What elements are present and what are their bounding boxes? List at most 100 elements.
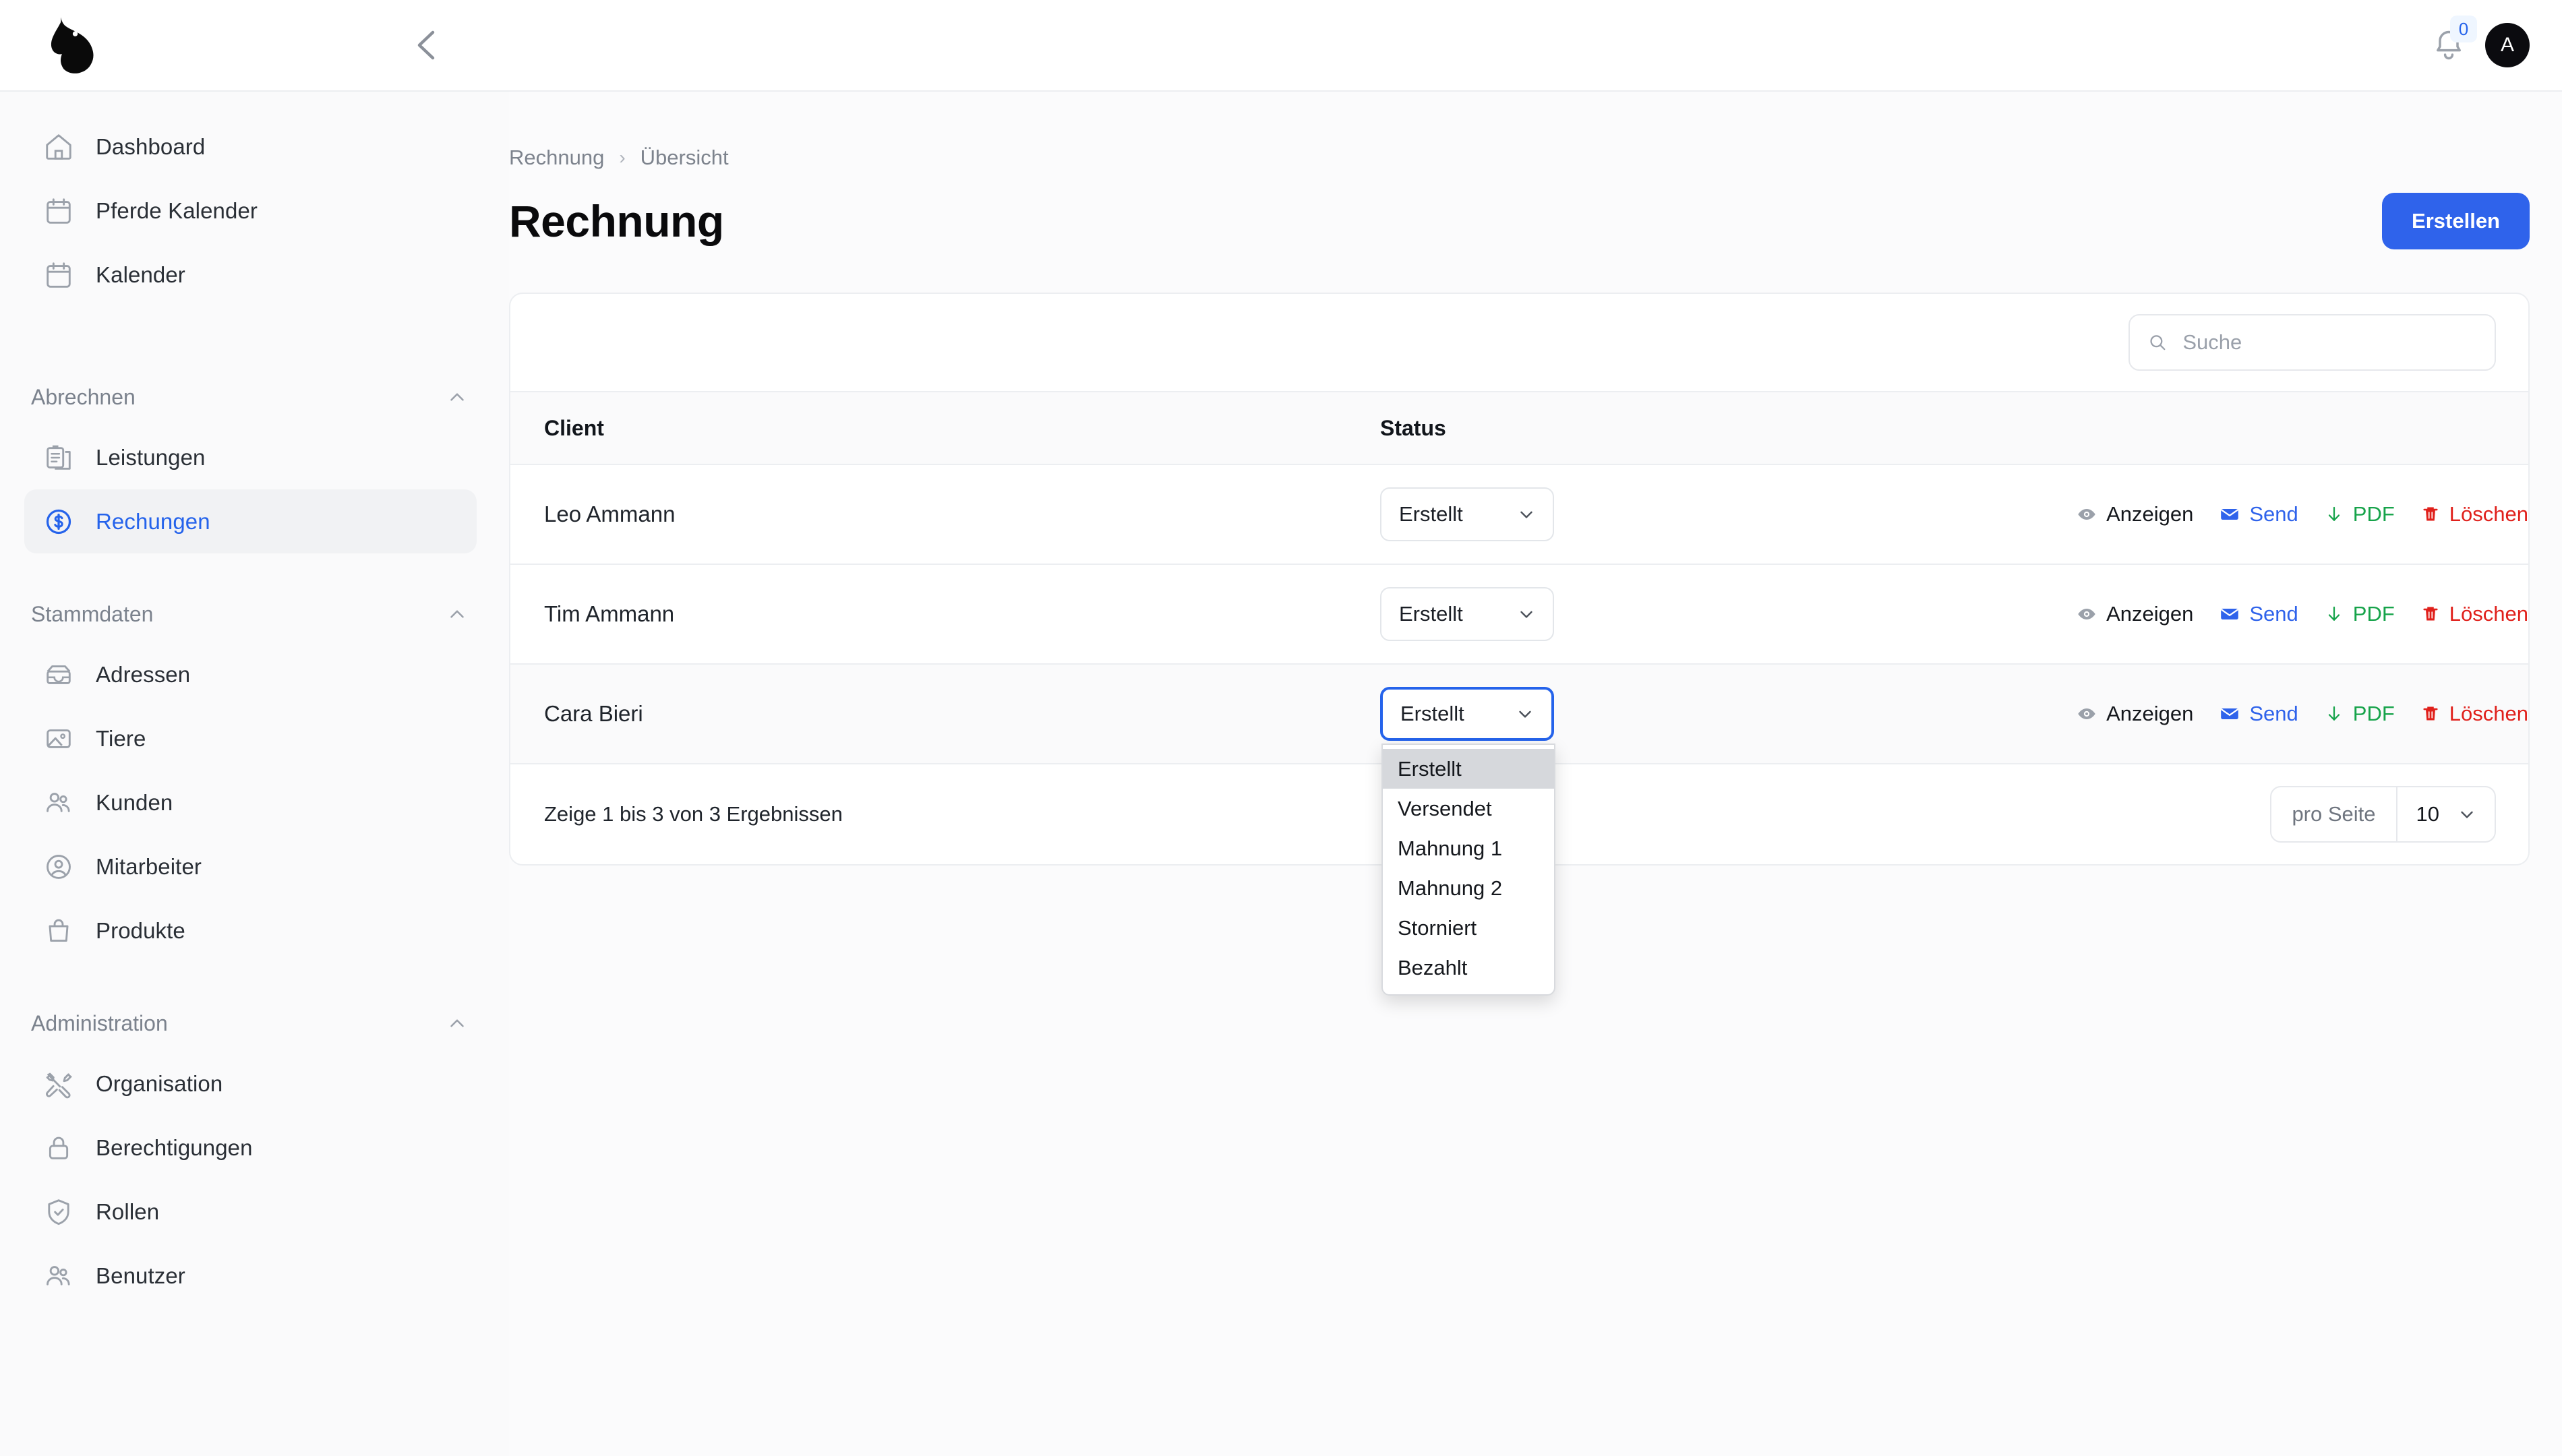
status-option-mahnung-1[interactable]: Mahnung 1 bbox=[1383, 828, 1554, 868]
eye-icon bbox=[2078, 708, 2095, 719]
envelope-icon bbox=[2221, 509, 2239, 520]
results-summary: Zeige 1 bis 3 von 3 Ergebnissen bbox=[544, 802, 843, 826]
chevron-down-icon bbox=[1520, 511, 1532, 518]
eye-icon bbox=[2078, 509, 2095, 520]
search-input[interactable] bbox=[2182, 330, 2477, 355]
sidebar-item-leistungen[interactable]: Leistungen bbox=[24, 425, 477, 489]
app-logo[interactable] bbox=[0, 15, 142, 75]
status-select-value: Erstellt bbox=[1400, 702, 1464, 725]
status-select[interactable]: Erstellt Erstellt Versendet Mahnung 1 Ma… bbox=[1380, 687, 1555, 996]
home-icon bbox=[42, 130, 76, 164]
table-row[interactable]: Leo Ammann Erstellt Anzeigen Send PDF Lö… bbox=[510, 464, 2528, 565]
cell-status: Erstellt bbox=[1346, 464, 1859, 565]
status-option-bezahlt[interactable]: Bezahlt bbox=[1383, 948, 1554, 988]
status-option-erstellt[interactable]: Erstellt bbox=[1383, 749, 1554, 789]
sidebar-item-rollen[interactable]: Rollen bbox=[24, 1180, 477, 1244]
notification-badge: 0 bbox=[2450, 16, 2477, 42]
sidebar-item-kalender[interactable]: Kalender bbox=[24, 243, 477, 307]
chevron-right-icon: › bbox=[619, 147, 626, 168]
card-toolbar bbox=[510, 294, 2528, 391]
action-pdf[interactable]: PDF bbox=[2324, 702, 2395, 726]
chevron-up-icon bbox=[450, 610, 464, 618]
status-dropdown-menu: Erstellt Versendet Mahnung 1 Mahnung 2 S… bbox=[1381, 744, 1555, 996]
action-anzeigen[interactable]: Anzeigen bbox=[2076, 502, 2193, 526]
column-header-status[interactable]: Status bbox=[1346, 391, 1859, 465]
sidebar: Dashboard Pferde Kalender Kalender Abrec… bbox=[0, 92, 509, 1456]
status-select[interactable]: Erstellt bbox=[1380, 587, 1554, 641]
action-anzeigen[interactable]: Anzeigen bbox=[2076, 702, 2193, 726]
notifications-button[interactable]: 0 bbox=[2431, 16, 2477, 63]
calendar-icon bbox=[42, 194, 76, 228]
sidebar-item-label: Produkte bbox=[96, 917, 185, 943]
sidebar-item-label: Berechtigungen bbox=[96, 1134, 253, 1160]
create-button[interactable]: Erstellen bbox=[2382, 193, 2530, 249]
sidebar-group-title: Abrechnen bbox=[31, 384, 136, 409]
action-label: Löschen bbox=[2449, 602, 2528, 626]
action-pdf[interactable]: PDF bbox=[2324, 602, 2395, 626]
action-label: Anzeigen bbox=[2106, 602, 2194, 626]
action-label: PDF bbox=[2352, 702, 2395, 725]
sidebar-item-berechtigungen[interactable]: Berechtigungen bbox=[24, 1116, 477, 1180]
cell-actions: Anzeigen Send PDF Löschen bbox=[1859, 564, 2528, 665]
action-label: Anzeigen bbox=[2106, 502, 2194, 526]
action-send[interactable]: Send bbox=[2219, 602, 2298, 626]
table-row[interactable]: Tim Ammann Erstellt Anzeigen Send PDF Lö… bbox=[510, 564, 2528, 665]
chevron-up-icon bbox=[450, 1019, 464, 1027]
sidebar-item-kunden[interactable]: Kunden bbox=[24, 770, 477, 835]
sidebar-item-organisation[interactable]: Organisation bbox=[24, 1052, 477, 1116]
per-page-select[interactable]: 10 bbox=[2397, 787, 2495, 841]
sidebar-group-abrechnen[interactable]: Abrechnen bbox=[31, 369, 469, 425]
avatar[interactable]: A bbox=[2485, 23, 2530, 67]
status-select[interactable]: Erstellt bbox=[1380, 487, 1554, 541]
chevron-down-icon bbox=[2461, 811, 2473, 818]
sidebar-item-label: Rollen bbox=[96, 1199, 160, 1224]
sidebar-group-title: Administration bbox=[31, 1010, 168, 1035]
envelope-icon bbox=[2221, 609, 2239, 619]
top-bar-actions: 0 A bbox=[2431, 16, 2530, 67]
invoices-card: Client Status Leo Ammann Erstellt bbox=[509, 293, 2530, 996]
clipboard-icon bbox=[42, 441, 76, 475]
cell-actions: Anzeigen Send PDF Löschen bbox=[1859, 464, 2528, 565]
action-send[interactable]: Send bbox=[2219, 502, 2298, 526]
sidebar-item-adressen[interactable]: Adressen bbox=[24, 642, 477, 706]
sidebar-item-mitarbeiter[interactable]: Mitarbeiter bbox=[24, 835, 477, 899]
action-pdf[interactable]: PDF bbox=[2324, 502, 2395, 526]
sidebar-collapse-button[interactable] bbox=[398, 15, 458, 75]
status-option-versendet[interactable]: Versendet bbox=[1383, 789, 1554, 828]
sidebar-item-rechungen[interactable]: Rechungen bbox=[24, 489, 477, 553]
action-label: PDF bbox=[2352, 602, 2395, 626]
sidebar-item-pferde-kalender[interactable]: Pferde Kalender bbox=[24, 179, 477, 243]
breadcrumb-parent[interactable]: Rechnung bbox=[509, 146, 604, 170]
action-loeschen[interactable]: Löschen bbox=[2420, 602, 2528, 626]
user-circle-icon bbox=[42, 850, 76, 884]
chevron-left-icon bbox=[417, 30, 435, 60]
search-box[interactable] bbox=[2128, 314, 2496, 371]
breadcrumb-current[interactable]: Übersicht bbox=[640, 146, 729, 170]
eye-icon bbox=[2078, 609, 2095, 619]
action-loeschen[interactable]: Löschen bbox=[2420, 502, 2528, 526]
status-option-storniert[interactable]: Storniert bbox=[1383, 908, 1554, 948]
sidebar-group-administration[interactable]: Administration bbox=[31, 995, 469, 1052]
sidebar-group-stammdaten[interactable]: Stammdaten bbox=[31, 586, 469, 642]
trash-icon bbox=[2423, 607, 2438, 621]
action-send[interactable]: Send bbox=[2219, 702, 2298, 726]
per-page-label: pro Seite bbox=[2271, 787, 2397, 841]
cell-client: Tim Ammann bbox=[510, 564, 1346, 665]
action-anzeigen[interactable]: Anzeigen bbox=[2076, 602, 2193, 626]
trash-icon bbox=[2423, 706, 2438, 721]
table-row[interactable]: Cara Bieri Erstellt Erstellt Versendet M… bbox=[510, 664, 2528, 996]
sidebar-item-benutzer[interactable]: Benutzer bbox=[24, 1244, 477, 1308]
sidebar-item-dashboard[interactable]: Dashboard bbox=[24, 115, 477, 179]
sidebar-item-tiere[interactable]: Tiere bbox=[24, 706, 477, 770]
table-header-row: Client Status bbox=[510, 391, 2528, 465]
sidebar-item-produkte[interactable]: Produkte bbox=[24, 899, 477, 963]
per-page-control[interactable]: pro Seite 10 bbox=[2270, 786, 2496, 843]
status-option-mahnung-2[interactable]: Mahnung 2 bbox=[1383, 868, 1554, 908]
action-loeschen[interactable]: Löschen bbox=[2420, 702, 2528, 726]
search-icon bbox=[2150, 335, 2166, 351]
column-header-actions bbox=[1859, 391, 2528, 465]
lock-icon bbox=[42, 1131, 76, 1165]
top-bar: 0 A bbox=[0, 0, 2562, 92]
column-header-client[interactable]: Client bbox=[510, 391, 1346, 465]
users-icon bbox=[42, 786, 76, 820]
